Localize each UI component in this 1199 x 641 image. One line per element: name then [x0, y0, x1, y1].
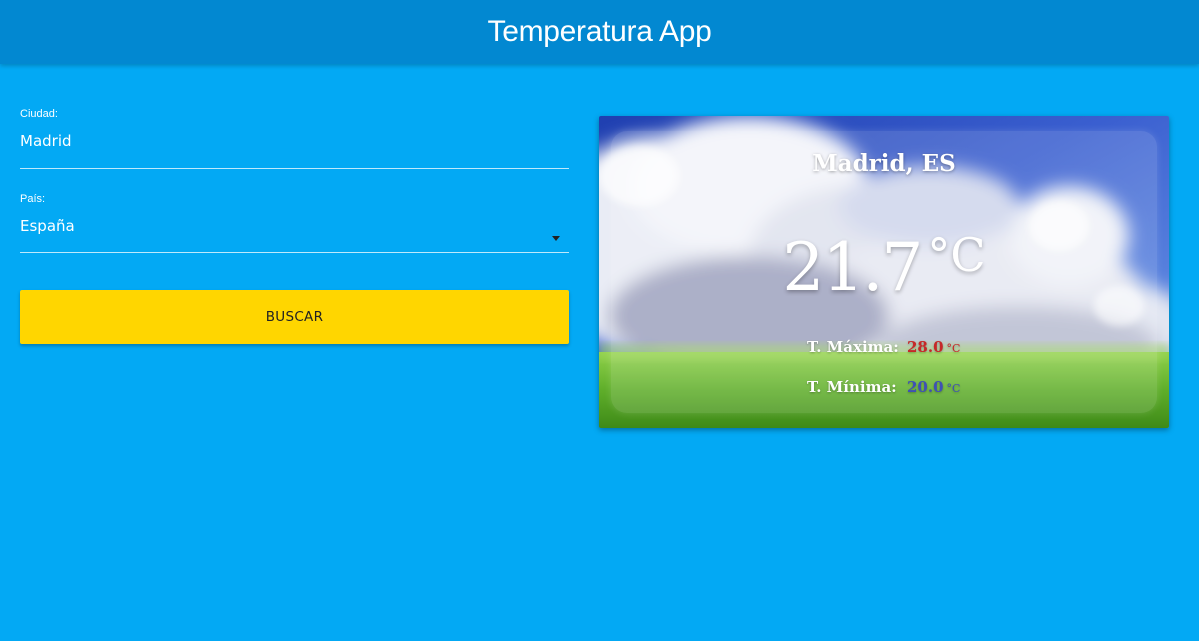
app-bar: Temperatura App [0, 0, 1199, 64]
temperature-unit: °C [927, 228, 986, 282]
max-temperature-value: 28.0 [907, 338, 944, 356]
city-label: Ciudad: [20, 108, 58, 120]
search-button[interactable]: BUSCAR [20, 290, 569, 344]
search-form: Ciudad: Madrid País: España BUSCAR [20, 108, 569, 344]
city-input[interactable]: Madrid [20, 132, 569, 161]
app-title: Temperatura App [487, 15, 712, 48]
min-temperature-label: T. Mínima: [807, 378, 897, 396]
country-selected-value[interactable]: España [20, 217, 569, 246]
min-temperature-row: T. Mínima: 20.0 °C [807, 378, 960, 396]
country-select[interactable]: País: España [20, 193, 569, 253]
city-field[interactable]: Ciudad: Madrid [20, 108, 569, 169]
max-temperature-row: T. Máxima: 28.0 °C [807, 338, 960, 356]
max-temperature-label: T. Máxima: [807, 338, 899, 356]
min-temperature-value: 20.0 [907, 378, 944, 396]
chevron-down-icon[interactable] [552, 236, 560, 241]
current-temperature: 21.7 °C [599, 228, 1169, 308]
max-temperature-unit: °C [946, 342, 961, 355]
temperature-value: 21.7 [782, 229, 923, 306]
weather-card: Madrid, ES 21.7 °C T. Máxima: 28.0 °C T. Mí… [599, 116, 1169, 428]
min-temperature-unit: °C [946, 382, 961, 395]
country-label: País: [20, 193, 46, 205]
location-name: Madrid, ES [812, 150, 956, 177]
